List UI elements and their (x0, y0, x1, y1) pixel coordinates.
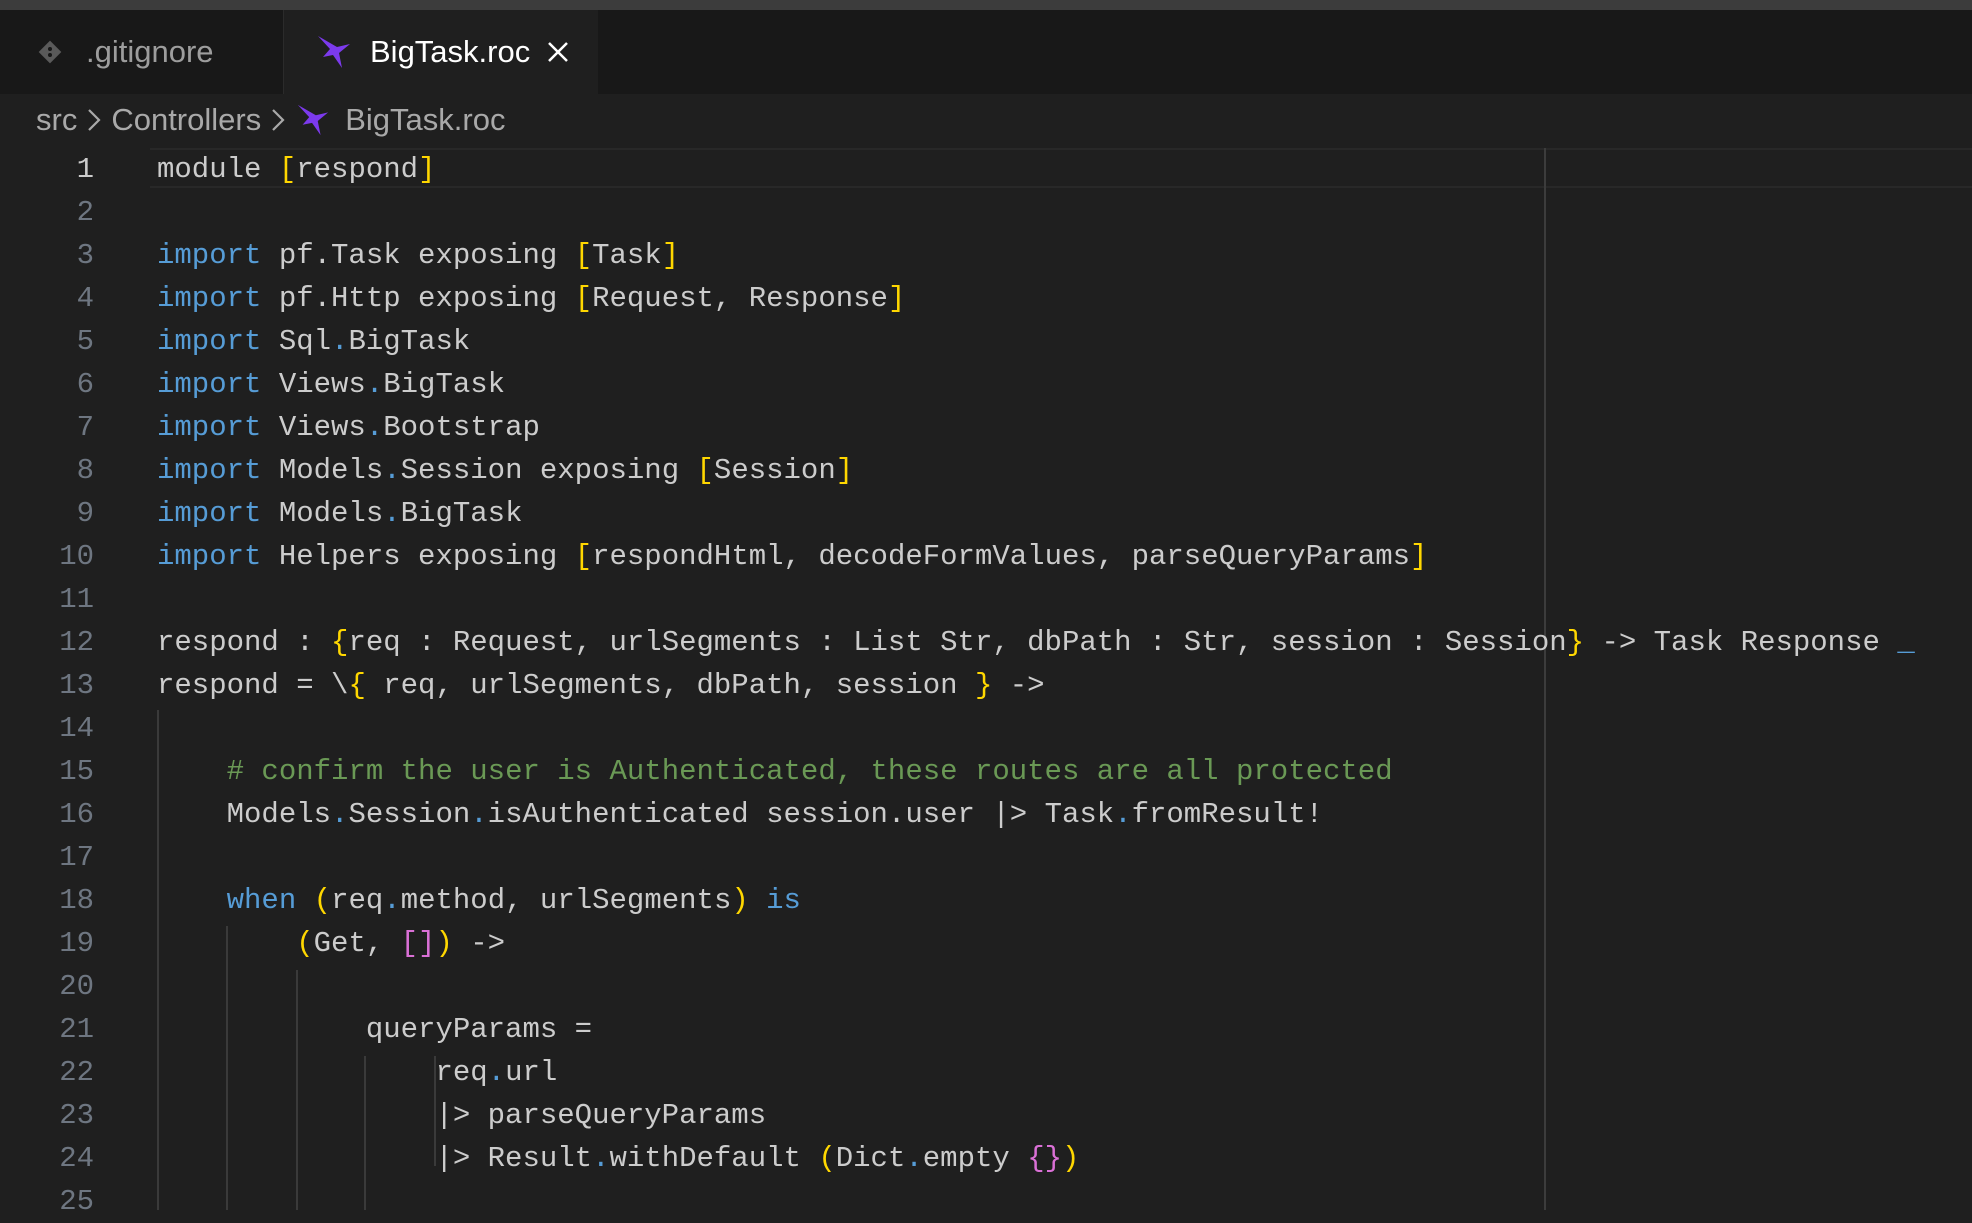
line-number: 9 (76, 497, 94, 530)
roc-bird-icon (295, 100, 335, 140)
line-code[interactable]: queryParams = (157, 1013, 592, 1046)
line-number: 18 (59, 884, 94, 917)
line-code[interactable]: import Views.BigTask (157, 368, 505, 401)
line-number: 13 (59, 669, 94, 702)
code-line: 19 (Get, []) -> (0, 922, 1972, 965)
breadcrumb: src Controllers BigTask.roc (36, 96, 505, 144)
line-number: 11 (59, 583, 94, 616)
code-line: 10 import Helpers exposing [respondHtml,… (0, 535, 1972, 578)
line-code[interactable]: (Get, []) -> (157, 927, 505, 960)
title-strip (0, 0, 1972, 10)
line-number: 14 (59, 712, 94, 745)
tab-label: .gitignore (86, 34, 214, 69)
line-code[interactable]: import Helpers exposing [respondHtml, de… (157, 540, 1427, 573)
line-number: 6 (76, 368, 94, 401)
line-number: 19 (59, 927, 94, 960)
line-code[interactable]: import pf.Http exposing [Request, Respon… (157, 282, 905, 315)
roc-bird-icon (314, 32, 354, 72)
line-code[interactable]: respond = \{ req, urlSegments, dbPath, s… (157, 669, 1045, 702)
line-code[interactable]: when (req.method, urlSegments) is (157, 884, 801, 917)
line-number: 4 (76, 282, 94, 315)
line-number: 16 (59, 798, 94, 831)
tab-gitignore[interactable]: .gitignore (0, 10, 284, 94)
code-line: 7 import Views.Bootstrap (0, 406, 1972, 449)
line-code[interactable]: import Views.Bootstrap (157, 411, 540, 444)
line-number: 3 (76, 239, 94, 272)
code-line: 8 import Models.Session exposing [Sessio… (0, 449, 1972, 492)
line-number: 10 (59, 540, 94, 573)
line-code[interactable]: module [respond] (157, 153, 435, 186)
code-line: 24 |> Result.withDefault (Dict.empty {}) (0, 1137, 1972, 1180)
line-number: 5 (76, 325, 94, 358)
line-number: 12 (59, 626, 94, 659)
line-number: 17 (59, 841, 94, 874)
code-editor[interactable]: 1 module [respond] 2 3 import pf.Task ex… (0, 148, 1972, 1218)
breadcrumb-item-controllers[interactable]: Controllers (111, 102, 261, 138)
code-line: 18 when (req.method, urlSegments) is (0, 879, 1972, 922)
line-code[interactable]: import Sql.BigTask (157, 325, 470, 358)
tab-bigtask[interactable]: BigTask.roc (284, 10, 598, 94)
line-code[interactable]: respond : {req : Request, urlSegments : … (157, 626, 1915, 659)
line-number: 25 (59, 1185, 94, 1218)
code-line: 2 (0, 191, 1972, 234)
code-line: 11 (0, 578, 1972, 621)
line-number: 2 (76, 196, 94, 229)
breadcrumb-item-file[interactable]: BigTask.roc (345, 102, 505, 138)
line-code[interactable]: |> Result.withDefault (Dict.empty {}) (157, 1142, 1079, 1175)
chevron-right-icon (85, 107, 103, 133)
code-line: 3 import pf.Task exposing [Task] (0, 234, 1972, 277)
code-line: 6 import Views.BigTask (0, 363, 1972, 406)
tab-label: BigTask.roc (370, 34, 531, 69)
code-line: 1 module [respond] (0, 148, 1972, 191)
code-line: 22 req.url (0, 1051, 1972, 1094)
line-code[interactable]: Models.Session.isAuthenticated session.u… (157, 798, 1323, 831)
line-number: 7 (76, 411, 94, 444)
code-line: 16 Models.Session.isAuthenticated sessio… (0, 793, 1972, 836)
code-line: 20 (0, 965, 1972, 1008)
tab-bar: .gitignore BigTask.roc (0, 10, 1972, 94)
line-number: 24 (59, 1142, 94, 1175)
code-line: 25 (0, 1180, 1972, 1223)
code-line: 21 queryParams = (0, 1008, 1972, 1051)
line-number: 20 (59, 970, 94, 1003)
git-icon (30, 32, 70, 72)
line-number: 8 (76, 454, 94, 487)
code-line: 4 import pf.Http exposing [Request, Resp… (0, 277, 1972, 320)
chevron-right-icon (269, 107, 287, 133)
line-number: 1 (76, 153, 94, 186)
breadcrumb-item-src[interactable]: src (36, 102, 77, 138)
code-line: 9 import Models.BigTask (0, 492, 1972, 535)
line-number: 15 (59, 755, 94, 788)
line-number: 22 (59, 1056, 94, 1089)
code-line: 5 import Sql.BigTask (0, 320, 1972, 363)
code-line: 23 |> parseQueryParams (0, 1094, 1972, 1137)
line-code[interactable]: import Models.Session exposing [Session] (157, 454, 853, 487)
line-code[interactable]: import Models.BigTask (157, 497, 522, 530)
code-line: 15 # confirm the user is Authenticated, … (0, 750, 1972, 793)
line-code[interactable]: import pf.Task exposing [Task] (157, 239, 679, 272)
line-code[interactable]: req.url (157, 1056, 557, 1089)
line-number: 21 (59, 1013, 94, 1046)
code-line: 14 (0, 707, 1972, 750)
code-line: 13 respond = \{ req, urlSegments, dbPath… (0, 664, 1972, 707)
close-icon[interactable] (538, 32, 578, 72)
line-number: 23 (59, 1099, 94, 1132)
line-code[interactable]: |> parseQueryParams (157, 1099, 766, 1132)
code-line: 17 (0, 836, 1972, 879)
code-line: 12 respond : {req : Request, urlSegments… (0, 621, 1972, 664)
line-code[interactable]: # confirm the user is Authenticated, the… (157, 755, 1393, 788)
